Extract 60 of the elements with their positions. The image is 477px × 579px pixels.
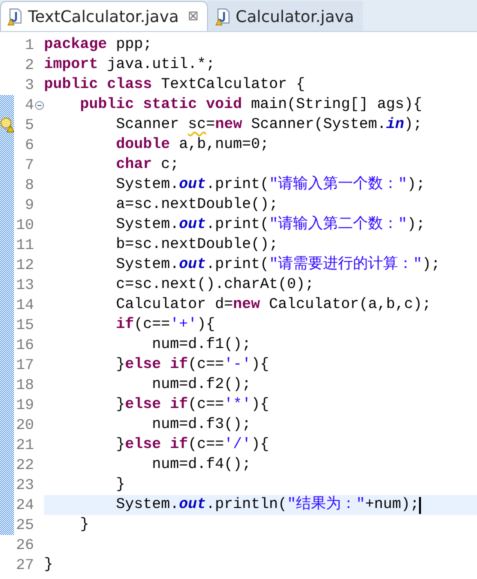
java-file-icon <box>214 8 231 26</box>
code-line: Calculator d=new Calculator(a,b,c); <box>115 295 432 315</box>
java-file-icon <box>7 8 23 26</box>
line-number: 17 <box>14 356 34 374</box>
code-line: a=sc.nextDouble(); <box>115 195 278 215</box>
code-line: b=sc.nextDouble(); <box>115 235 278 255</box>
code-line: public class TextCalculator { <box>44 75 306 95</box>
code-line: System.out.print("请需要进行的计算："); <box>115 255 440 275</box>
editor-tab[interactable]: TextCalculator.java ⊠ <box>0 1 208 31</box>
code-line: num=d.f4(); <box>151 455 252 475</box>
code-line: public static void main(String[] ags){ <box>79 95 422 115</box>
code-line: System.out.print("请输入第一个数："); <box>115 175 426 195</box>
line-number: 26 <box>14 536 34 554</box>
line-number: 5 <box>24 116 34 134</box>
line-number: 11 <box>14 236 34 254</box>
line-number: 21 <box>14 436 34 454</box>
line-number: 15 <box>14 316 34 334</box>
line-number: 27 <box>14 556 34 574</box>
line-number: 2 <box>24 56 34 74</box>
code-line: } <box>79 515 90 535</box>
line-number: 19 <box>14 396 34 414</box>
line-number: 7 <box>24 156 34 174</box>
line-number: 20 <box>14 416 34 434</box>
line-number: 6 <box>24 136 34 154</box>
code-line: c=sc.next().charAt(0); <box>115 275 314 295</box>
code-line: Scanner sc=new Scanner(System.in); <box>115 115 422 135</box>
code-line: double a,b,num=0; <box>115 135 270 155</box>
code-line: } <box>115 475 126 495</box>
line-number: 16 <box>14 336 34 354</box>
code-line: num=d.f3(); <box>151 415 252 435</box>
text-cursor <box>419 496 422 514</box>
line-number: 18 <box>14 376 34 394</box>
line-number: 23 <box>14 476 34 494</box>
line-number: 24 <box>14 496 34 514</box>
line-number: 1 <box>24 36 34 54</box>
code-line: System.out.print("请输入第二个数："); <box>115 215 426 235</box>
code-line: }else if(c=='/'){ <box>115 435 270 455</box>
code-line: package ppp; <box>44 35 152 55</box>
code-line: System.out.println("结果为："+num); <box>115 495 420 515</box>
line-number: 25 <box>14 516 34 534</box>
line-number: 10 <box>14 216 34 234</box>
code-line: } <box>44 555 54 575</box>
editor-tab[interactable]: Calculator.java <box>208 1 364 31</box>
code-line: char c; <box>115 155 180 175</box>
line-number: 4 <box>24 96 34 114</box>
line-number: 14 <box>14 296 34 314</box>
code-line: import java.util.*; <box>44 55 216 75</box>
code-line: }else if(c=='*'){ <box>115 395 270 415</box>
close-icon[interactable]: ⊠ <box>188 9 199 24</box>
code-line: if(c=='+'){ <box>115 315 216 335</box>
line-number: 12 <box>14 256 34 274</box>
code-line: }else if(c=='-'){ <box>115 355 270 375</box>
code-line: num=d.f1(); <box>151 335 252 355</box>
line-number: 22 <box>14 456 34 474</box>
line-number: 9 <box>24 196 34 214</box>
line-number: 3 <box>24 76 34 94</box>
collapse-icon[interactable] <box>34 100 44 110</box>
line-number: 13 <box>14 276 34 294</box>
code-line: num=d.f2(); <box>151 375 252 395</box>
line-number: 8 <box>24 176 34 194</box>
